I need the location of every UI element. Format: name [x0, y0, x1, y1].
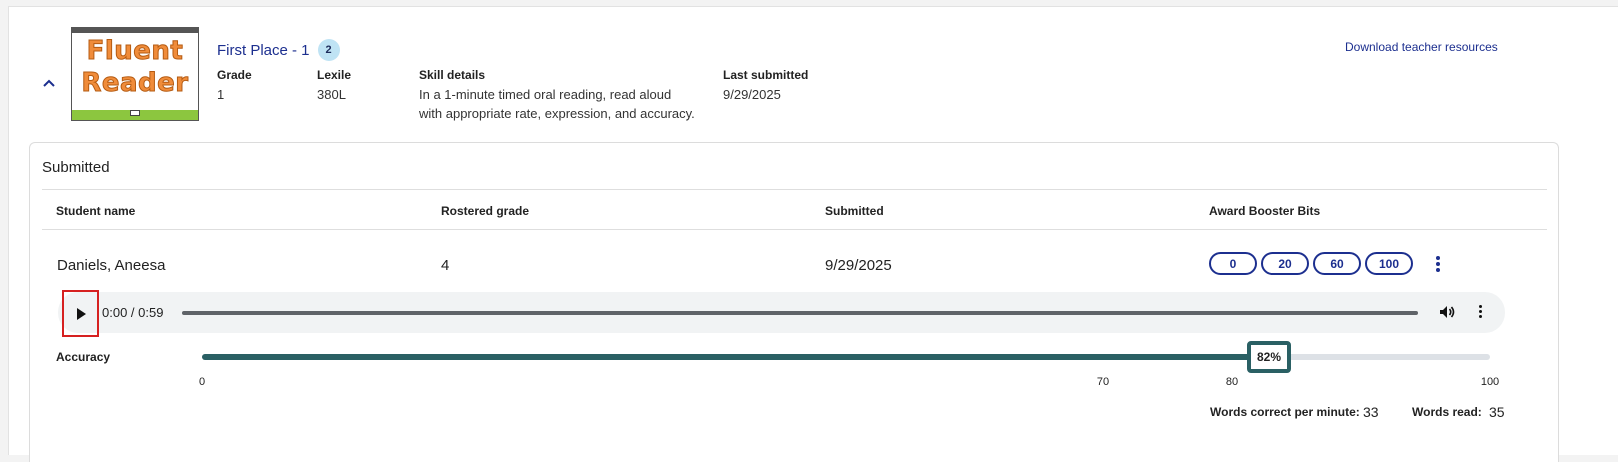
section-title: Submitted	[42, 159, 110, 176]
assignment-title-row: First Place - 1 2	[217, 39, 340, 61]
accuracy-fill	[202, 354, 1259, 360]
skill-meta: Skill details In a 1-minute timed oral r…	[419, 68, 695, 123]
count-badge: 2	[317, 39, 340, 61]
rostered-grade: 4	[441, 257, 450, 274]
submitted-date: 9/29/2025	[825, 257, 892, 274]
accuracy-tick-80: 80	[1225, 376, 1239, 388]
volume-icon[interactable]	[1438, 303, 1456, 321]
audio-time: 0:00 / 0:59	[102, 305, 164, 320]
accuracy-value-marker: 82%	[1247, 341, 1291, 373]
words-read-label: Words read:	[1412, 405, 1482, 419]
divider	[42, 189, 1547, 190]
column-header-award-booster-bits: Award Booster Bits	[1209, 204, 1321, 218]
booster-60-button[interactable]: 60	[1313, 252, 1361, 275]
skill-label: Skill details	[419, 68, 486, 82]
accuracy-tick-70: 70	[1096, 376, 1110, 388]
wcpm-value: 33	[1363, 404, 1379, 420]
download-teacher-resources-link[interactable]: Download teacher resources	[1345, 40, 1498, 54]
last-submitted-label: Last submitted	[723, 68, 809, 82]
skill-line-1: In a 1-minute timed oral reading, read a…	[419, 87, 672, 102]
thumbnail-word-1: Fluent	[86, 36, 184, 67]
grade-value: 1	[217, 87, 225, 102]
accuracy-tick-100: 100	[1480, 376, 1500, 388]
row-more-options-icon[interactable]	[1432, 255, 1444, 275]
lexile-value: 380L	[317, 87, 346, 102]
grade-meta: Grade 1	[217, 68, 252, 104]
student-name: Daniels, Aneesa	[57, 257, 166, 274]
audio-progress-bar[interactable]	[182, 311, 1418, 315]
lexile-meta: Lexile 380L	[317, 68, 351, 104]
booster-0-button[interactable]: 0	[1209, 252, 1257, 275]
divider	[42, 229, 1547, 230]
assignment-panel: Fluent Reader First Place - 1 2 Grade 1 …	[8, 6, 1618, 462]
accuracy-track	[202, 354, 1490, 360]
accuracy-label: Accuracy	[56, 350, 111, 364]
lexile-label: Lexile	[317, 68, 352, 82]
grade-label: Grade	[217, 68, 252, 82]
booster-bits-options: 0 20 60 100	[1209, 252, 1413, 275]
last-submitted-meta: Last submitted 9/29/2025	[723, 68, 808, 104]
accuracy-tick-0: 0	[198, 376, 206, 388]
assignment-thumbnail: Fluent Reader	[71, 27, 199, 121]
last-submitted-value: 9/29/2025	[723, 87, 781, 102]
skill-line-2: with appropriate rate, expression, and a…	[419, 106, 695, 121]
booster-20-button[interactable]: 20	[1261, 252, 1309, 275]
collapse-chevron-icon[interactable]	[39, 73, 59, 93]
column-header-student-name: Student name	[56, 204, 136, 218]
player-menu-icon[interactable]	[1477, 304, 1483, 322]
assignment-title-link[interactable]: First Place - 1	[217, 42, 310, 59]
words-read-value: 35	[1489, 404, 1505, 420]
column-header-submitted: Submitted	[825, 204, 884, 218]
booster-100-button[interactable]: 100	[1365, 252, 1413, 275]
submitted-card: Submitted Student name Rostered grade Su…	[29, 142, 1559, 462]
column-header-rostered-grade: Rostered grade	[441, 204, 530, 218]
thumbnail-word-2: Reader	[81, 68, 189, 99]
wcpm-label: Words correct per minute:	[1210, 405, 1360, 419]
play-icon[interactable]	[62, 290, 99, 337]
